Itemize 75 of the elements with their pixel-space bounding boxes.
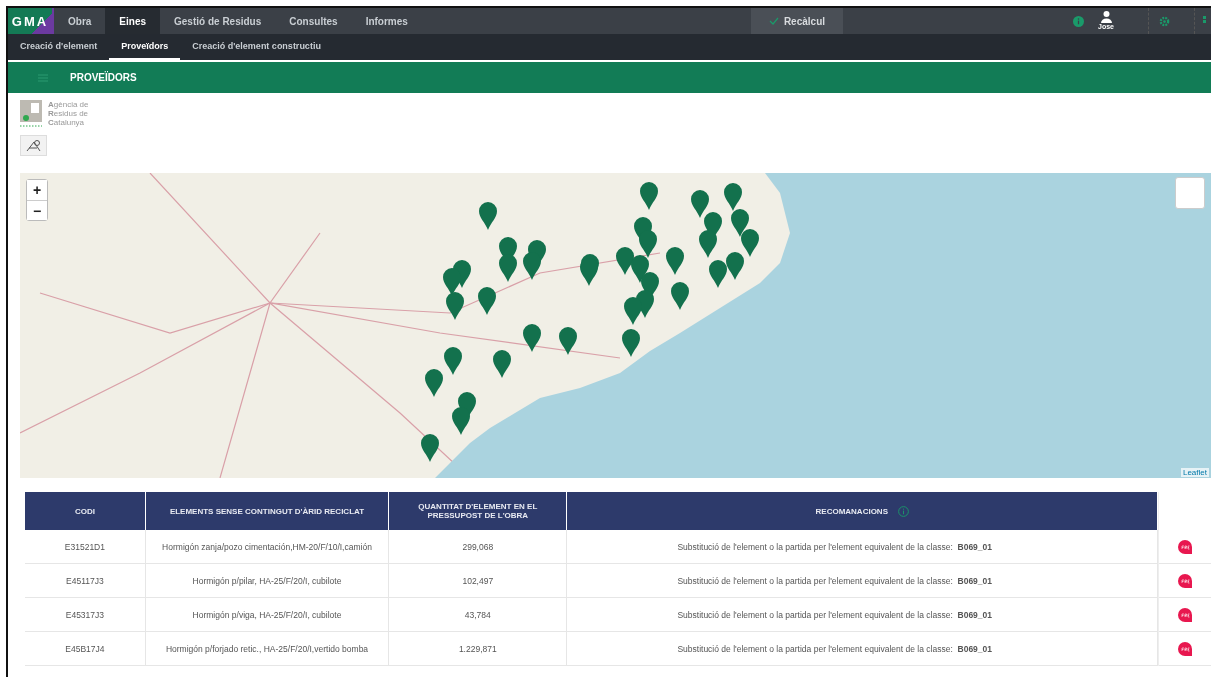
column-header: ELEMENTS SENSE CONTINGUT D'ÀRID RECICLAT (169, 506, 365, 516)
table-cell: Hormigón p/forjado retic., HA-25/F/20/I,vertido bomba (145, 631, 389, 666)
table-cell: Hormigón p/pilar, HA-25/F/20/I, cubilote (145, 563, 389, 598)
table-cell: Substitució de l'element o la partida per l'element equivalent de la classe: B069_01 (566, 631, 1158, 666)
map-marker[interactable] (624, 297, 642, 325)
map-marker[interactable] (741, 229, 759, 257)
sub-nav-tab[interactable]: Creació d'element (8, 34, 110, 60)
map-marker[interactable] (709, 260, 727, 288)
table-cell: E31521D1 (25, 530, 146, 564)
map-marker[interactable] (666, 247, 684, 275)
table-cell: 43,784 (388, 597, 567, 632)
map-marker[interactable] (559, 327, 577, 355)
map-attribution-link[interactable]: Leaflet (1180, 468, 1209, 477)
agency-logo-icon (20, 100, 44, 127)
table-cell: Substitució de l'element o la partida per l'element equivalent de la classe: B069_01 (566, 530, 1158, 564)
map-marker[interactable] (479, 202, 497, 230)
map-marker[interactable] (523, 252, 541, 280)
map-marker[interactable] (523, 324, 541, 352)
column-header: CODI (74, 506, 95, 516)
map-marker[interactable] (421, 434, 439, 462)
mountain-icon (25, 139, 42, 152)
sub-nav-tab[interactable]: Creació d'element constructiu (180, 34, 333, 60)
nav-tab[interactable]: Consultes (275, 8, 352, 34)
map-marker[interactable] (631, 255, 649, 283)
recalc-button[interactable]: Recàlcul (750, 8, 844, 34)
tag-icon[interactable] (1177, 572, 1194, 589)
tag-icon[interactable] (1177, 640, 1194, 657)
table-cell: E45317J3 (25, 597, 146, 632)
agency-name: Agència de Residus de Catalunya (48, 100, 89, 127)
map-marker[interactable] (444, 347, 462, 375)
user-icon[interactable] (1100, 11, 1112, 23)
settings-icon[interactable] (1159, 15, 1170, 27)
nav-tab[interactable]: Informes (351, 8, 422, 34)
column-header: RECOMANACIONS (815, 506, 888, 516)
table-cell: E45B17J4 (25, 631, 146, 666)
table-cell: E45117J3 (25, 563, 146, 598)
map-marker[interactable] (671, 282, 689, 310)
sub-nav-tab[interactable]: Proveïdors (109, 34, 181, 60)
map-marker[interactable] (443, 268, 461, 296)
map-marker[interactable] (616, 247, 634, 275)
map-marker[interactable] (699, 230, 717, 258)
map-marker[interactable] (446, 292, 464, 320)
map-marker[interactable] (622, 329, 640, 357)
map-marker[interactable] (493, 350, 511, 378)
map-view[interactable]: + − Leaflet (20, 173, 1211, 478)
grid-icon[interactable] (1203, 16, 1207, 26)
map-marker[interactable] (731, 209, 749, 237)
table-cell: 102,497 (388, 563, 567, 598)
table-cell: Substitució de l'element o la partida per l'element equivalent de la classe: B069_01 (566, 597, 1158, 632)
map-marker[interactable] (452, 407, 470, 435)
map-marker[interactable] (640, 182, 658, 210)
nav-tab[interactable]: Eines (105, 8, 161, 34)
section-title: PROVEÏDORS (70, 72, 137, 83)
map-marker[interactable] (478, 287, 496, 315)
map-marker[interactable] (499, 254, 517, 282)
measure-tool-button[interactable] (20, 135, 47, 156)
map-marker[interactable] (724, 183, 742, 211)
table-cell: 1.229,871 (388, 631, 567, 666)
nav-tab[interactable]: Gestió de Residus (160, 8, 276, 34)
table-cell: 299,068 (388, 530, 567, 564)
table-cell: Substitució de l'element o la partida per l'element equivalent de la classe: B069_01 (566, 563, 1158, 598)
info-icon[interactable] (1073, 15, 1085, 27)
column-header: QUANTITAT D'ELEMENT EN EL PRESSUPOST DE L'OBRA (418, 502, 538, 520)
zoom-out-button[interactable]: − (27, 200, 47, 220)
map-marker[interactable] (691, 190, 709, 218)
map-marker[interactable] (639, 230, 657, 258)
tag-icon[interactable] (1177, 606, 1194, 623)
table-cell: Hormigón p/viga, HA-25/F/20/I, cubilote (145, 597, 389, 632)
check-icon (768, 17, 779, 25)
map-marker[interactable] (726, 252, 744, 280)
map-marker[interactable] (425, 369, 443, 397)
tag-icon[interactable] (1177, 538, 1194, 555)
app-logo: GMA (8, 8, 54, 34)
table-cell: Hormigón zanja/pozo cimentación,HM-20/F/10/I,camión (145, 530, 389, 564)
nav-tab[interactable]: Obra (54, 8, 106, 34)
